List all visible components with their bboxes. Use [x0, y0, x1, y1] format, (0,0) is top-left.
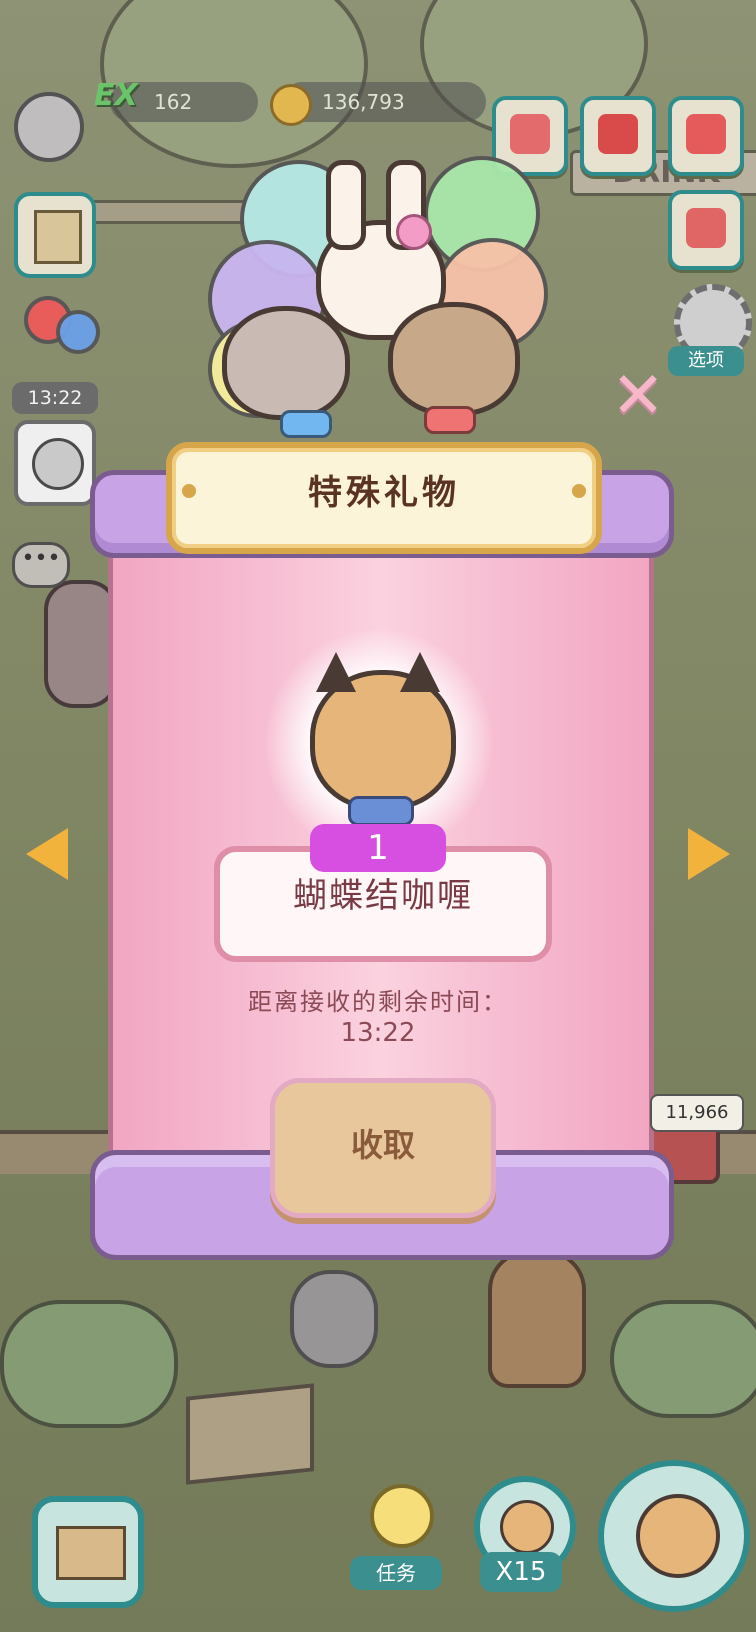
- red-bow-icon: [424, 406, 476, 434]
- coin-counter: 136,793: [282, 82, 486, 122]
- item-name: 蝴蝶结咖喱: [293, 876, 473, 916]
- mailbox-button[interactable]: [668, 96, 744, 176]
- storage-button[interactable]: [668, 190, 744, 270]
- cardboard-box-icon: [56, 1526, 126, 1580]
- gray-cat-character: [222, 306, 350, 420]
- banner-stud: [182, 484, 196, 498]
- flower-icon: [396, 214, 432, 250]
- multiplier-badge: X15: [480, 1552, 562, 1592]
- cat-face-icon: [32, 438, 84, 490]
- map-scroll-icon: [34, 210, 82, 264]
- inventory-box-button[interactable]: [32, 1496, 144, 1608]
- gift-title: 特殊礼物: [308, 473, 460, 513]
- cat-face-icon: [636, 1494, 720, 1578]
- remaining-time-label: 距离接收的剩余时间：: [248, 988, 508, 1016]
- balloon-icon: [56, 310, 100, 354]
- cat-face-icon: [500, 1500, 554, 1554]
- collect-button-label: 收取: [350, 1126, 415, 1164]
- stand-value-tip: 11,966: [650, 1094, 744, 1132]
- balloon-timer: 13:22: [12, 382, 98, 414]
- coin-value: 136,793: [322, 90, 405, 114]
- cat-ear: [316, 652, 356, 692]
- arrow-right-icon[interactable]: [688, 828, 730, 880]
- album-icon: [598, 114, 638, 154]
- bunny-ear: [326, 160, 366, 250]
- options-label[interactable]: 选项: [668, 346, 744, 376]
- lightbulb-icon[interactable]: [370, 1484, 434, 1548]
- cat-visitor-button[interactable]: [14, 420, 96, 506]
- arrow-left-icon[interactable]: [26, 828, 68, 880]
- album-button[interactable]: [580, 96, 656, 176]
- cat-ear: [400, 652, 440, 692]
- cat-character-button[interactable]: [598, 1460, 750, 1612]
- gift-title-banner: 特殊礼物: [166, 442, 602, 554]
- coin-icon: [270, 84, 312, 126]
- blue-bow-icon: [280, 410, 332, 438]
- ex-value: 162: [154, 90, 193, 114]
- close-icon[interactable]: ✕: [606, 364, 670, 430]
- remaining-time: 13:22: [340, 1018, 416, 1048]
- item-count-badge: 1: [310, 824, 446, 872]
- bow-tie-icon: [348, 796, 414, 826]
- raccoon-character: [388, 302, 520, 416]
- storage-box-icon: [686, 208, 726, 248]
- mailbox-icon: [686, 114, 726, 154]
- task-button[interactable]: 任务: [350, 1556, 442, 1590]
- collect-button[interactable]: 收取: [270, 1078, 496, 1218]
- shop-icon: [510, 114, 550, 154]
- ex-icon: EX: [94, 78, 138, 113]
- map-button[interactable]: [14, 192, 96, 278]
- banner-stud: [572, 484, 586, 498]
